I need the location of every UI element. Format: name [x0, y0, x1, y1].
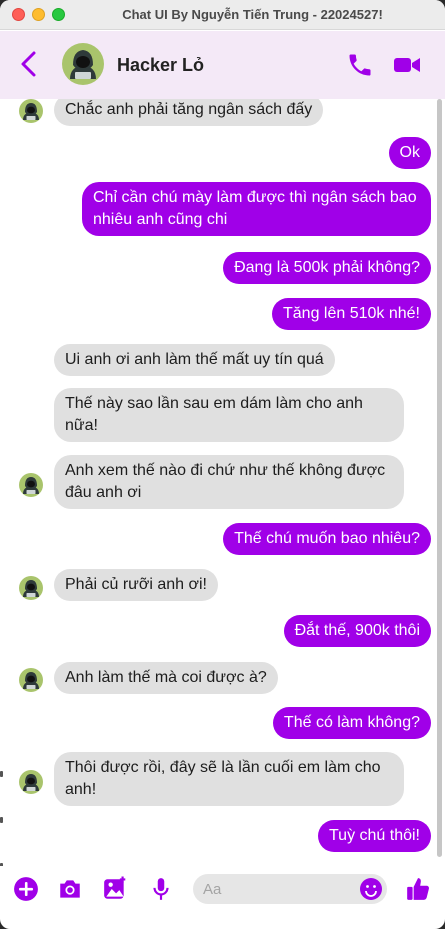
sender-avatar: [19, 99, 43, 123]
outgoing-message-bubble[interactable]: Tuỳ chú thôi!: [317, 820, 431, 852]
contact-avatar[interactable]: [62, 43, 104, 85]
outgoing-message-bubble[interactable]: Đang là 500k phải không?: [223, 252, 431, 284]
message-input[interactable]: [203, 878, 353, 900]
window-edge: [0, 99, 3, 869]
scrollbar[interactable]: [437, 99, 442, 857]
outgoing-message-bubble[interactable]: Chỉ cần chú mày làm được thì ngân sách b…: [82, 182, 431, 236]
window-title: Chat UI By Nguyễn Tiến Trung - 22024527!: [122, 7, 383, 22]
minimize-window-button[interactable]: [32, 8, 45, 21]
outgoing-message-bubble[interactable]: Tăng lên 510k nhé!: [272, 298, 431, 330]
incoming-message-bubble[interactable]: Anh xem thế nào đi chứ như thế không đượ…: [54, 455, 404, 509]
chat-window: Chat UI By Nguyễn Tiến Trung - 22024527!…: [0, 0, 445, 929]
incoming-message-bubble[interactable]: Phải củ rưỡi anh ơi!: [54, 569, 218, 601]
message-list[interactable]: Chắc anh phải tăng ngân sách đấy Ok Chỉ cầ…: [0, 99, 445, 859]
zoom-window-button[interactable]: [52, 8, 65, 21]
incoming-message-bubble[interactable]: Thôi được rồi, đây sẽ là lần cuối em làm…: [54, 752, 404, 806]
phone-icon[interactable]: [346, 51, 374, 79]
message-composer: [0, 866, 445, 916]
microphone-icon[interactable]: [148, 876, 174, 902]
title-bar: Chat UI By Nguyễn Tiến Trung - 22024527!: [0, 0, 445, 30]
incoming-message-bubble[interactable]: Thế này sao lần sau em dám làm cho anh n…: [54, 388, 404, 442]
sender-avatar: [19, 770, 43, 794]
sender-avatar: [19, 473, 43, 497]
camera-icon[interactable]: [57, 876, 83, 902]
outgoing-message-bubble[interactable]: Ok: [388, 137, 431, 169]
contact-name: Hacker Lỏ: [117, 55, 205, 75]
outgoing-message-bubble[interactable]: Thế chú muốn bao nhiêu?: [223, 523, 431, 555]
close-window-button[interactable]: [12, 8, 25, 21]
like-icon[interactable]: [405, 876, 431, 902]
incoming-message-bubble[interactable]: Anh làm thế mà coi được à?: [54, 662, 278, 694]
outgoing-message-bubble[interactable]: Đắt thế, 900k thôi: [283, 615, 431, 647]
incoming-message-bubble[interactable]: Ui anh ơi anh làm thế mất uy tín quá: [54, 344, 335, 376]
image-icon[interactable]: [102, 876, 128, 902]
emoji-icon[interactable]: [359, 877, 383, 901]
incoming-message-bubble[interactable]: Chắc anh phải tăng ngân sách đấy: [54, 99, 324, 126]
chat-header: Hacker Lỏ: [0, 31, 445, 99]
back-arrow-icon[interactable]: [14, 49, 44, 79]
add-icon[interactable]: [13, 876, 39, 902]
message-input-field[interactable]: [193, 874, 387, 904]
video-call-icon[interactable]: [392, 51, 422, 79]
sender-avatar: [19, 668, 43, 692]
outgoing-message-bubble[interactable]: Thế có làm không?: [272, 707, 431, 739]
sender-avatar: [19, 576, 43, 600]
